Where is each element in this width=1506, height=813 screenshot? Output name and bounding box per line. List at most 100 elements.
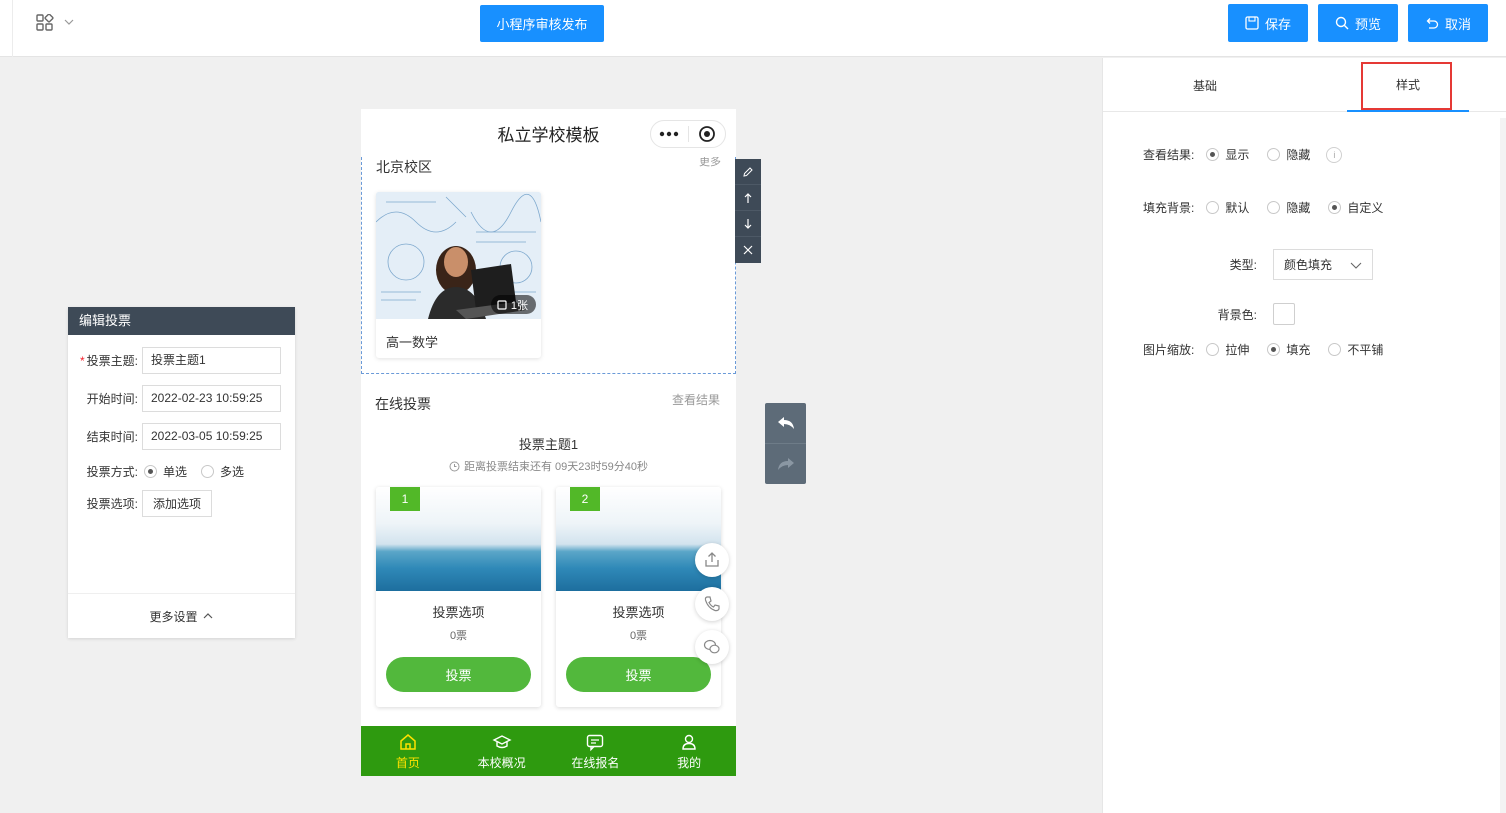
save-button[interactable]: 保存: [1228, 4, 1308, 42]
cancel-label: 取消: [1444, 16, 1471, 32]
fill-bg-custom-radio[interactable]: 自定义: [1328, 199, 1383, 216]
wechat-icon: [703, 639, 720, 654]
cancel-button[interactable]: 取消: [1408, 4, 1488, 42]
close-target-icon[interactable]: [689, 125, 726, 143]
fill-bg-hide-radio[interactable]: 隐藏: [1267, 199, 1310, 216]
undo-icon: [1426, 18, 1439, 29]
phone-call-button[interactable]: [695, 587, 729, 621]
highlight-box: [1361, 62, 1452, 110]
delete-component-button[interactable]: [735, 237, 761, 263]
redo-button[interactable]: [765, 444, 806, 484]
clock-icon: [449, 461, 460, 471]
campus-section[interactable]: 北京校区 更多 1张 高一数学: [361, 156, 736, 374]
history-controls: [765, 403, 806, 484]
img-scale-norepeat-radio[interactable]: 不平铺: [1328, 341, 1383, 358]
vote-button[interactable]: 投票: [566, 657, 711, 692]
undo-button[interactable]: [765, 403, 806, 443]
pencil-icon: [743, 166, 753, 177]
graduation-cap-icon: [492, 734, 512, 748]
capsule-menu[interactable]: [650, 120, 726, 148]
radio-unchecked-icon: [1206, 343, 1220, 356]
share-icon: [705, 552, 719, 567]
phone-preview: 私立学校模板 北京校区 更多 1张 高一数学 在线投票 查看结果 投票主题1 距…: [361, 109, 736, 776]
arrow-up-icon: [744, 192, 752, 203]
bg-color-picker[interactable]: [1273, 303, 1295, 325]
tab-school-overview[interactable]: 本校概况: [455, 726, 549, 776]
vote-option-card[interactable]: 1 投票选项 0票 投票: [376, 487, 541, 707]
add-option-button[interactable]: 添加选项: [142, 489, 212, 517]
img-scale-label: 图片缩放:: [1143, 343, 1195, 357]
more-settings-toggle[interactable]: 更多设置: [68, 593, 295, 638]
view-results-link[interactable]: 查看结果: [672, 391, 720, 408]
subject-input[interactable]: 投票主题1: [142, 346, 281, 374]
type-label: 类型:: [1229, 258, 1257, 272]
course-caption: 高一数学: [386, 335, 439, 350]
save-label: 保存: [1264, 16, 1291, 32]
vote-options-label: 投票选项:: [86, 496, 138, 511]
start-time-input[interactable]: 2022-02-23 10:59:25: [142, 384, 281, 412]
edit-vote-panel: 编辑投票 * 投票主题: 投票主题1 开始时间: 2022-02-23 10:59…: [68, 307, 295, 638]
radio-unchecked-icon: [1267, 201, 1281, 214]
info-icon[interactable]: i: [1326, 146, 1343, 163]
tab-home[interactable]: 首页: [361, 726, 455, 776]
component-toolbox: [735, 159, 761, 263]
redo-arrow-icon: [777, 458, 794, 470]
divider: [12, 0, 13, 57]
end-time-input[interactable]: 2022-03-05 10:59:25: [142, 422, 281, 450]
vote-options-row: 投票选项: 添加选项: [68, 489, 295, 517]
course-image: 1张: [376, 192, 541, 319]
subject-label: * 投票主题:: [79, 353, 138, 368]
radio-unchecked-icon: [201, 464, 215, 478]
radio-checked-icon: [1267, 343, 1281, 356]
undo-arrow-icon: [777, 417, 794, 429]
fill-bg-row: 填充背景: 默认 隐藏 自定义: [1143, 199, 1397, 216]
tab-me[interactable]: 我的: [642, 726, 736, 776]
home-icon: [400, 733, 416, 750]
type-row: 类型: 颜色填充: [1223, 249, 1373, 280]
radio-checked-icon: [144, 464, 157, 478]
publish-button[interactable]: 小程序审核发布: [480, 5, 604, 42]
chevron-down-icon: [1350, 262, 1362, 269]
end-time-row: 结束时间: 2022-03-05 10:59:25: [68, 422, 295, 450]
share-button[interactable]: [695, 543, 729, 577]
vote-option-number: 2: [570, 487, 600, 511]
radio-checked-icon: [1328, 201, 1342, 214]
edit-component-button[interactable]: [735, 159, 761, 185]
tab-online-signup[interactable]: 在线报名: [549, 726, 643, 776]
img-scale-fill-radio[interactable]: 填充: [1267, 341, 1310, 358]
wechat-button[interactable]: [695, 630, 729, 664]
vote-button[interactable]: 投票: [386, 657, 531, 692]
bg-color-row: 背景色:: [1211, 303, 1295, 325]
img-scale-row: 图片缩放: 拉伸 填充 不平铺: [1143, 341, 1397, 358]
view-result-hide-radio[interactable]: 隐藏: [1267, 146, 1310, 163]
chevron-up-icon: [203, 613, 212, 619]
vote-countdown: 距离投票结束还有 09天23时59分40秒: [361, 458, 736, 474]
fill-bg-default-radio[interactable]: 默认: [1206, 199, 1249, 216]
radio-unchecked-icon: [1267, 148, 1281, 161]
message-icon: [587, 734, 604, 751]
mode-single-radio[interactable]: 单选: [144, 463, 187, 480]
preview-label: 预览: [1354, 16, 1381, 32]
type-select[interactable]: 颜色填充: [1273, 249, 1373, 280]
course-card[interactable]: 1张 高一数学: [376, 192, 541, 358]
view-result-show-radio[interactable]: 显示: [1206, 146, 1249, 163]
campus-section-title: 北京校区: [376, 159, 432, 175]
fill-bg-label: 填充背景:: [1143, 201, 1195, 215]
settings-panel: 基础 样式 查看结果: 显示 隐藏 i 填充背景: 默认 隐藏 自定义 类型: …: [1102, 58, 1506, 813]
more-dots-icon[interactable]: [651, 131, 688, 137]
scrollbar[interactable]: [1500, 118, 1506, 813]
start-time-row: 开始时间: 2022-02-23 10:59:25: [68, 384, 295, 412]
view-result-label: 查看结果:: [1143, 148, 1195, 162]
subject-row: * 投票主题: 投票主题1: [68, 346, 295, 374]
move-up-button[interactable]: [735, 185, 761, 211]
radio-checked-icon: [1206, 148, 1220, 161]
tab-basic[interactable]: 基础: [1103, 58, 1307, 112]
preview-button[interactable]: 预览: [1318, 4, 1398, 42]
move-down-button[interactable]: [735, 211, 761, 237]
publish-label: 小程序审核发布: [496, 17, 588, 32]
mode-multi-radio[interactable]: 多选: [201, 463, 244, 480]
search-icon: [1335, 16, 1349, 30]
img-scale-stretch-radio[interactable]: 拉伸: [1206, 341, 1249, 358]
vote-subject: 投票主题1: [518, 437, 579, 452]
app-switcher[interactable]: [36, 13, 76, 32]
